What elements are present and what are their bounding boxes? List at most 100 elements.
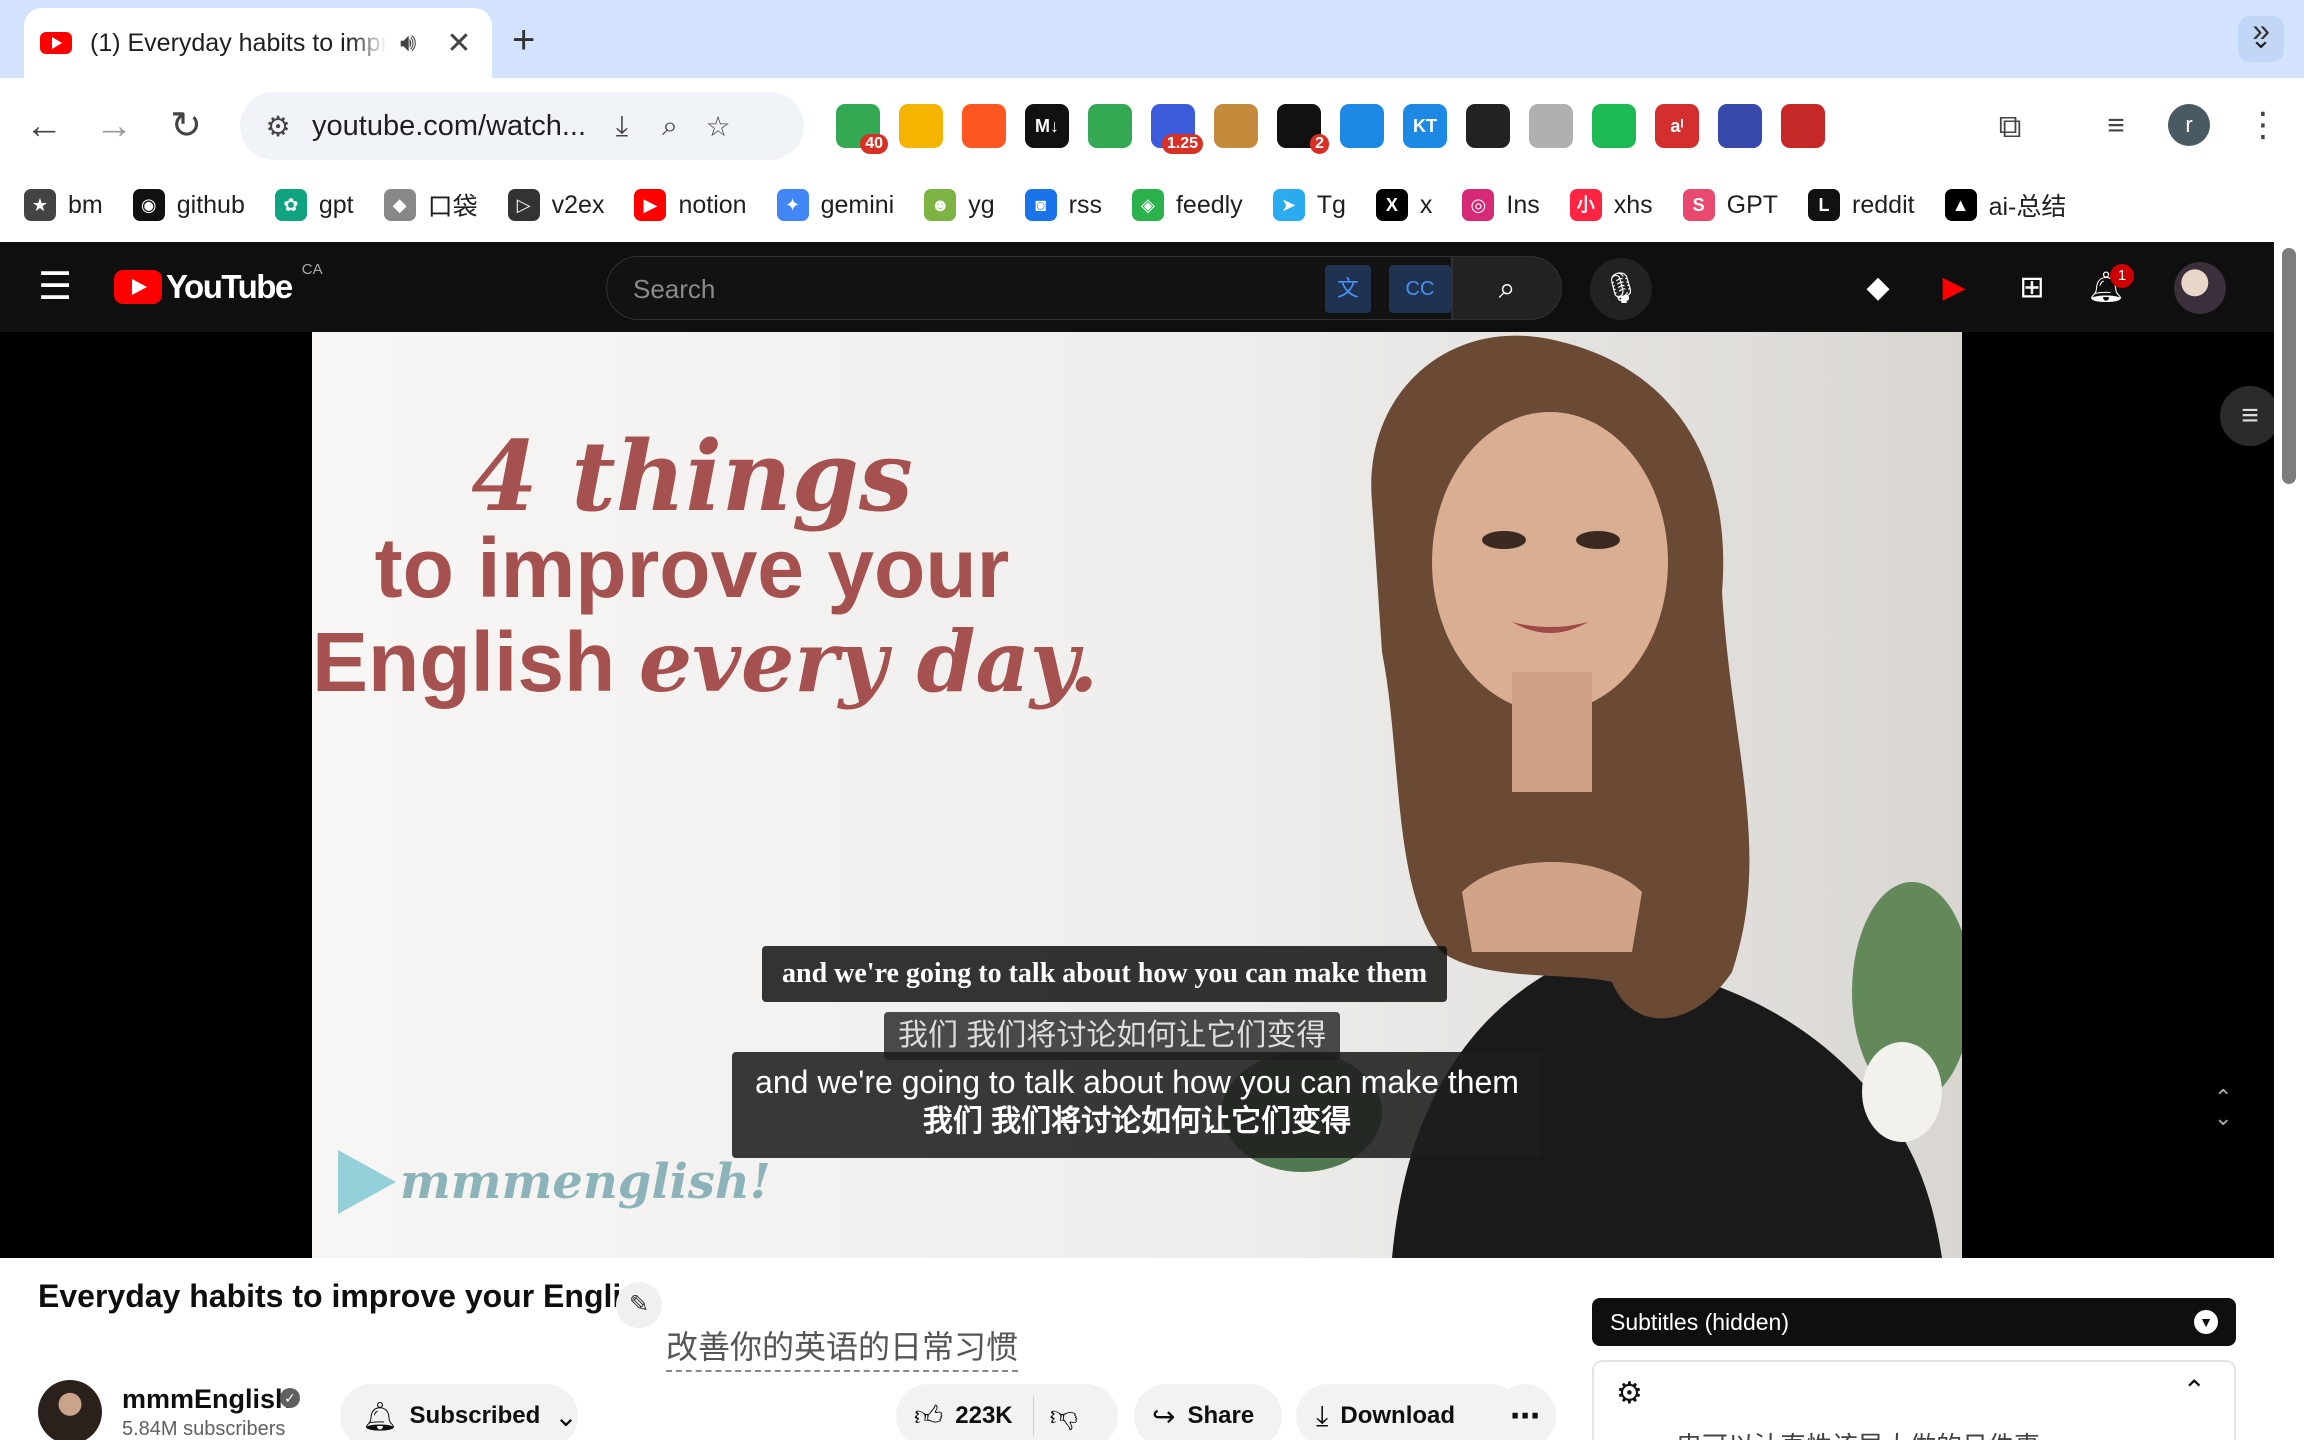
telegram-icon: ➤ <box>1272 189 1305 221</box>
like-dislike-button[interactable]: 👍︎ 223K 👎︎ <box>896 1384 1118 1440</box>
globe-ext-icon[interactable] <box>1340 104 1384 148</box>
thumbs-down-icon[interactable]: 👎︎ <box>1050 1399 1078 1433</box>
eye-ext-icon[interactable] <box>1529 104 1573 148</box>
download-label: Download <box>1340 1402 1456 1429</box>
ball-ext-icon[interactable] <box>1781 104 1825 148</box>
voice-search-icon[interactable]: 🎙︎ <box>1590 258 1652 320</box>
verified-check-icon: ✓ <box>280 1388 300 1408</box>
subtitles-panel-header[interactable]: Subtitles (hidden) ▼ <box>1592 1298 2236 1346</box>
page-scrollbar[interactable] <box>2274 242 2304 1440</box>
chevron-up-icon[interactable]: ⌃ <box>2183 1374 2206 1407</box>
orange-squares-ext-icon[interactable] <box>962 104 1006 148</box>
bookmark-9[interactable]: ◈ feedly <box>1131 189 1243 221</box>
bookmark-3[interactable]: ◆ 口袋 <box>383 187 478 223</box>
shield-ext-icon[interactable] <box>1718 104 1762 148</box>
bookmark-ext-icon[interactable] <box>1592 104 1636 148</box>
youtube-studio-icon[interactable]: ▶ <box>1932 266 1976 310</box>
xiaohongshu-icon: 小 <box>1569 189 1602 221</box>
cube-ext-icon[interactable] <box>1466 104 1510 148</box>
kt-ext-icon[interactable]: KT <box>1403 104 1447 148</box>
bookmark-1[interactable]: ◉ github <box>132 189 245 221</box>
bookmark-0[interactable]: ★ bm <box>24 189 103 221</box>
youtube-favicon-icon <box>40 32 72 54</box>
openai-icon: ✿ <box>274 189 307 221</box>
channel-avatar[interactable] <box>38 1380 102 1440</box>
reading-list-icon[interactable]: ≡ <box>2088 98 2144 154</box>
search-button[interactable]: ⌕ <box>1452 256 1562 320</box>
settings-gear-icon[interactable]: ⚙︎ <box>1616 1376 1643 1411</box>
bookmark-7[interactable]: ☻ yg <box>924 189 995 221</box>
overlay-title-line3: English every day. <box>312 612 1098 711</box>
new-tab-button[interactable]: + <box>512 18 535 63</box>
subscribed-button[interactable]: 🔔︎ Subscribed ⌄ <box>340 1384 578 1440</box>
zoom-icon[interactable]: ⌕ <box>646 110 694 143</box>
youtube-logo[interactable]: YouTube CA <box>114 261 323 306</box>
close-tab-icon[interactable]: ✕ <box>446 26 471 61</box>
youtube-search-input[interactable]: Search 文 CC <box>606 256 1452 320</box>
dictionary-ext-icon[interactable]: aᴵ <box>1655 104 1699 148</box>
video-title-translation: 改善你的英语的日常习惯 <box>666 1322 1019 1372</box>
bookmark-13[interactable]: 小 xhs <box>1569 189 1653 221</box>
user-avatar[interactable] <box>2174 262 2226 314</box>
video-player[interactable]: 4 things to improve your English every d… <box>0 332 2280 1258</box>
star-icon: ★ <box>24 189 56 221</box>
colorful-grid-ext-icon[interactable] <box>899 104 943 148</box>
overlay-title-line3-english: English <box>312 615 639 709</box>
create-video-icon[interactable]: ⊞ <box>2010 266 2054 310</box>
chat-ext-icon[interactable]: 2 <box>1277 104 1329 154</box>
bookmark-2[interactable]: ✿ gpt <box>274 189 354 221</box>
side-panel-toggle-icon[interactable]: ≡ <box>2220 386 2280 446</box>
scrollbar-thumb[interactable] <box>2282 248 2296 484</box>
youtube-header: ☰ YouTube CA Search 文 CC ⌕ 🎙︎ ◆ ▶ ⊞ 🔔︎ 1 <box>0 242 2274 332</box>
more-actions-button[interactable]: ⋯ <box>1494 1384 1556 1440</box>
back-button[interactable]: ← <box>16 98 72 154</box>
bookmarks-overflow-icon[interactable]: » <box>2252 12 2270 49</box>
channel-name[interactable]: mmmEnglish <box>122 1384 292 1415</box>
bookmark-label: github <box>176 190 245 219</box>
bookmark-16[interactable]: ▲ ai-总结 <box>1944 187 2066 223</box>
chevron-down-icon: ⌄ <box>554 1400 578 1432</box>
translate-icon[interactable]: 文 <box>1325 265 1371 313</box>
speed-ext-icon[interactable]: 1.25 <box>1151 104 1203 154</box>
browser-profile-avatar[interactable]: r <box>2168 104 2210 146</box>
share-button[interactable]: ↪ Share <box>1134 1384 1282 1440</box>
tab-title: (1) Everyday habits to improve your Engl… <box>90 28 386 57</box>
address-bar[interactable]: ⚙︎ youtube.com/watch... ⤓ ⌕ ☆ <box>240 92 804 160</box>
bookmark-6[interactable]: ✦ gemini <box>776 189 894 221</box>
chevron-down-icon[interactable]: ▼ <box>2194 1310 2218 1334</box>
bookmark-15[interactable]: Lreddit <box>1808 189 1915 221</box>
thumbs-up-icon[interactable]: 👍︎ <box>914 1399 943 1433</box>
forward-button[interactable]: → <box>86 98 142 154</box>
install-app-icon[interactable]: ⤓ <box>598 110 646 143</box>
reload-button[interactable]: ↻ <box>158 98 214 154</box>
download-button[interactable]: ⤓ Download <box>1296 1384 1522 1440</box>
cookie-ext-icon[interactable] <box>1214 104 1258 148</box>
browser-menu-icon[interactable]: ⋮ <box>2246 104 2280 146</box>
extensions-puzzle-icon[interactable]: ⧉ <box>1982 98 2038 154</box>
site-info-icon[interactable]: ⚙︎ <box>258 110 298 143</box>
bookmark-12[interactable]: ◎ Ins <box>1462 189 1540 221</box>
subtitle-search-icon[interactable]: CC <box>1389 265 1451 313</box>
markdown-ext-icon[interactable]: M↓ <box>1025 104 1069 148</box>
bookmark-5[interactable]: ▶ notion <box>634 189 747 221</box>
tag-icon[interactable]: ◆ <box>1856 266 1900 310</box>
dual-subtitle-box[interactable]: and we're going to talk about how you ca… <box>732 1052 1542 1158</box>
hamburger-menu-icon[interactable]: ☰ <box>38 264 72 309</box>
overlay-title-line1: 4 things <box>471 420 913 533</box>
subtitle-nav-arrows-icon[interactable]: ⌃ ⌄ <box>2214 1087 2232 1129</box>
like-count: 223K <box>955 1402 1013 1429</box>
bookmark-star-icon[interactable]: ☆ <box>694 110 742 143</box>
speaker-icon[interactable]: 🔊︎ <box>400 27 416 59</box>
bookmark-8[interactable]: ◙ rss <box>1024 189 1102 221</box>
bookmark-14[interactable]: S GPT <box>1682 189 1778 221</box>
bookmark-11[interactable]: Xx <box>1375 189 1432 221</box>
bookmark-10[interactable]: ➤ Tg <box>1272 189 1346 221</box>
url-text[interactable]: youtube.com/watch... <box>312 110 598 143</box>
browser-tab[interactable]: (1) Everyday habits to improve your Engl… <box>24 8 492 78</box>
github-icon: ◉ <box>132 189 165 221</box>
title-notes-icon[interactable]: ✎ <box>616 1282 662 1328</box>
dual-subtitle-chinese: 我们 我们将讨论如何让它们变得 <box>922 1105 1352 1138</box>
puzzle-grid-ext-icon[interactable]: 40 <box>836 104 888 154</box>
bookmark-4[interactable]: ▷ v2ex <box>507 189 604 221</box>
download-ext-icon[interactable] <box>1088 104 1132 148</box>
